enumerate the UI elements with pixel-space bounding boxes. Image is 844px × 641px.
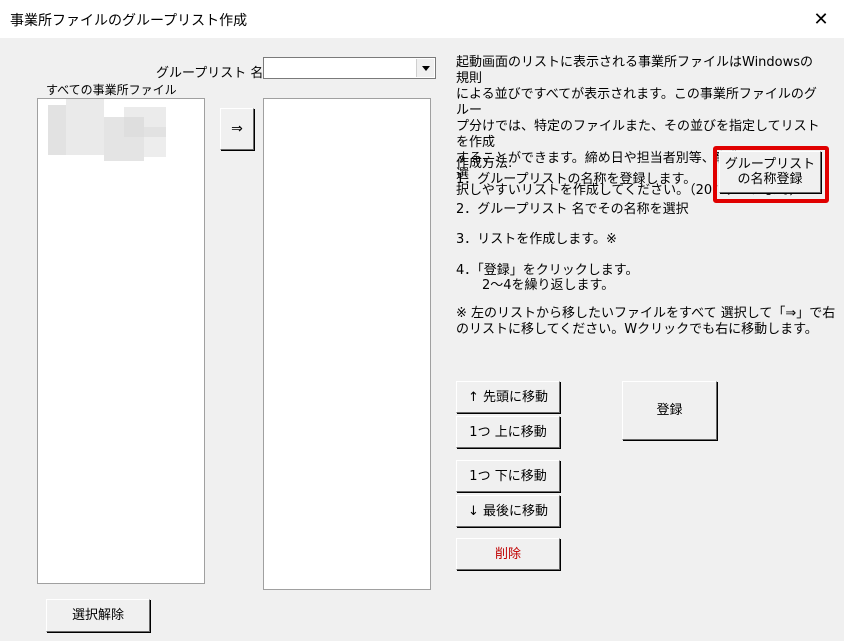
move-top-button[interactable]: ↑ 先頭に移動 <box>456 381 560 413</box>
move-down-button[interactable]: 1つ 下に移動 <box>456 460 560 492</box>
group-list-name-label: グループリスト 名 <box>156 66 264 81</box>
deselect-button[interactable]: 選択解除 <box>46 599 150 632</box>
blurred-item <box>144 127 166 157</box>
register-button[interactable]: 登録 <box>622 381 717 440</box>
close-icon: ✕ <box>813 8 829 30</box>
delete-button[interactable]: 削除 <box>456 538 560 570</box>
blurred-item <box>48 105 66 155</box>
group-files-list[interactable] <box>263 98 431 590</box>
window-title: 事業所ファイルのグループリスト作成 <box>10 13 248 29</box>
group-list-name-select[interactable] <box>263 57 436 79</box>
move-up-button[interactable]: 1つ 上に移動 <box>456 416 560 448</box>
all-files-label: すべての事業所ファイル <box>46 83 177 97</box>
close-button[interactable]: ✕ <box>798 0 844 38</box>
move-bottom-button[interactable]: ↓ 最後に移動 <box>456 495 560 527</box>
method-step-4-sub: 2〜4を繰り返します。 <box>456 278 615 293</box>
method-step-2: 2．グループリスト 名でその名称を選択 <box>456 202 689 217</box>
title-bar: 事業所ファイルのグループリスト作成 ✕ <box>0 0 844 38</box>
method-step-1: 1．グループリストの名称を登録します。 <box>456 172 697 187</box>
blurred-item <box>66 99 104 155</box>
method-step-3: 3．リストを作成します。※ <box>456 232 617 247</box>
register-group-name-button[interactable]: グループリスト の名称登録 <box>719 151 821 193</box>
method-note-line-2: のリストに移してください。Wクリックでも右に移動します。 <box>456 322 818 337</box>
move-right-button[interactable]: ⇒ <box>220 108 254 150</box>
all-files-list[interactable] <box>37 98 205 584</box>
chevron-down-icon[interactable] <box>416 59 434 77</box>
arrow-right-icon: ⇒ <box>231 120 243 137</box>
